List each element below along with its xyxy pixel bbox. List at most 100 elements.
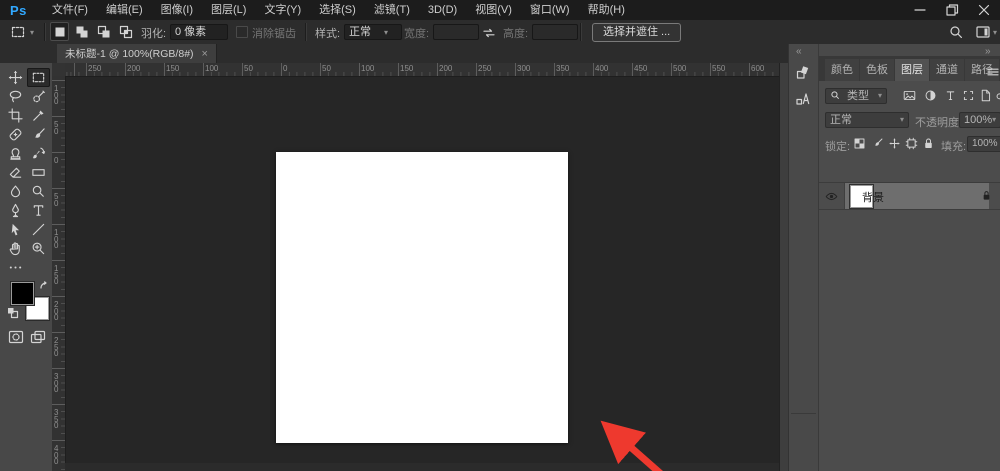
panel-menu-icon[interactable] [985,64,1000,80]
vertical-ruler[interactable]: 1 0 05 005 01 0 01 5 02 0 02 5 03 0 03 5… [52,76,66,471]
hand-tool[interactable] [4,239,27,258]
path-selection-tool[interactable] [4,220,27,239]
h-ruler-label: 450 [634,64,647,73]
v-ruler-label: 1 5 0 [54,266,58,286]
rectangular-marquee-tool[interactable] [27,68,50,87]
filter-smart-objects-icon[interactable] [979,89,992,102]
collapse-dock-left-icon[interactable]: « [796,47,802,57]
filter-pixel-layers-icon[interactable] [903,89,916,102]
menu-item-10[interactable]: 帮助(H) [579,0,634,20]
h-ruler-label: 500 [673,64,686,73]
width-label: 宽度: [404,25,429,41]
blend-mode-dropdown[interactable]: 正常 ▾ [825,112,909,128]
quick-selection-tool[interactable] [27,87,50,106]
h-ruler-label: 550 [712,64,725,73]
layer-filter-dropdown[interactable]: 类型 ▾ [825,88,887,104]
menu-item-0[interactable]: 文件(F) [43,0,97,20]
lock-artboard-icon[interactable] [905,137,918,150]
filter-shape-layers-icon[interactable] [962,89,975,102]
canvas[interactable] [276,152,568,443]
menu-item-6[interactable]: 滤镜(T) [365,0,419,20]
feather-input[interactable]: 0 像素 [170,24,228,40]
filter-adjustment-layers-icon[interactable] [924,89,937,102]
libraries-panel-icon[interactable] [795,64,811,80]
menu-item-7[interactable]: 3D(D) [419,0,466,20]
document-area[interactable]: 2502001501005005010015020025030035040045… [52,63,779,471]
default-colors-icon[interactable] [6,306,22,322]
lock-transparency-icon[interactable] [853,137,866,150]
screen-mode-button[interactable] [30,329,46,345]
eraser-tool[interactable] [4,163,27,182]
tools-panel [0,63,53,471]
h-ruler-label: 200 [127,64,140,73]
intersect-with-selection-button[interactable] [116,22,135,41]
subtract-from-selection-button[interactable] [94,22,113,41]
lock-position-icon[interactable] [888,137,901,150]
add-to-selection-button[interactable] [72,22,91,41]
opacity-dropdown[interactable]: 100% ▾ [959,112,1000,128]
swap-colors-icon[interactable] [37,280,53,296]
search-icon[interactable] [948,24,964,40]
blend-mode-value: 正常 [830,113,852,127]
menu-item-3[interactable]: 图层(L) [202,0,255,20]
style-dropdown[interactable]: 正常 [344,24,402,40]
ruler-origin-corner[interactable] [52,63,66,77]
antialias-label: 消除锯齿 [252,25,296,41]
lasso-tool[interactable] [4,87,27,106]
eyedropper-tool[interactable] [27,106,50,125]
new-selection-button[interactable] [50,22,69,41]
menu-item-2[interactable]: 图像(I) [152,0,202,20]
menu-item-5[interactable]: 选择(S) [310,0,365,20]
brush-tool[interactable] [27,125,50,144]
tool-preset-button[interactable] [10,24,26,40]
fill-dropdown[interactable]: 100% [967,136,1000,152]
menu-item-9[interactable]: 窗口(W) [521,0,579,20]
restore-button[interactable] [936,0,968,20]
foreground-color-swatch[interactable] [11,282,34,305]
swap-width-height-icon[interactable] [481,25,497,41]
pen-tool[interactable] [4,201,27,220]
spot-healing-brush-tool[interactable] [4,125,27,144]
workspace-switcher-icon[interactable] [975,24,991,40]
character-panel-icon[interactable] [795,90,811,106]
feather-label: 羽化: [141,25,166,41]
move-tool[interactable] [4,68,27,87]
panel-tab-色板[interactable]: 色板 [860,59,894,81]
layer-visibility-toggle[interactable] [819,183,845,209]
zoom-tool[interactable] [27,239,50,258]
close-tab-icon[interactable]: × [202,48,208,60]
menu-item-8[interactable]: 视图(V) [466,0,521,20]
line-tool[interactable] [27,220,50,239]
document-tab[interactable]: 未标题-1 @ 100%(RGB/8#) × [57,44,217,63]
panel-tab-图层[interactable]: 图层 [895,59,929,81]
width-input[interactable] [433,24,479,40]
lock-all-icon[interactable] [922,137,935,150]
select-and-mask-button[interactable]: 选择并遮住 ... [592,23,681,42]
filter-toggle-icon[interactable] [993,89,1000,102]
history-brush-tool[interactable] [27,144,50,163]
opacity-value: 100% [964,113,992,127]
blur-tool[interactable] [4,182,27,201]
fill-label: 填充: [941,138,966,154]
horizontal-scrollbar[interactable] [65,463,779,471]
dodge-tool[interactable] [27,182,50,201]
lock-pixels-icon[interactable] [871,137,884,150]
gradient-tool[interactable] [27,163,50,182]
panel-tabs: 颜色色板图层通道路径 [819,56,1000,81]
horizontal-ruler[interactable]: 2502001501005005010015020025030035040045… [65,63,779,77]
menu-item-1[interactable]: 编辑(E) [97,0,152,20]
clone-stamp-tool[interactable] [4,144,27,163]
antialias-checkbox[interactable] [236,26,248,38]
panel-tab-颜色[interactable]: 颜色 [825,59,859,81]
edit-toolbar[interactable] [4,258,27,277]
layer-row[interactable]: 背景 [819,182,1000,210]
close-button[interactable] [968,0,1000,20]
minimize-button[interactable] [904,0,936,20]
quick-mask-mode-button[interactable] [8,329,24,345]
panel-tab-通道[interactable]: 通道 [930,59,964,81]
crop-tool[interactable] [4,106,27,125]
height-input[interactable] [532,24,578,40]
menu-item-4[interactable]: 文字(Y) [255,0,310,20]
type-tool[interactable] [27,201,50,220]
filter-type-layers-icon[interactable] [944,89,957,102]
